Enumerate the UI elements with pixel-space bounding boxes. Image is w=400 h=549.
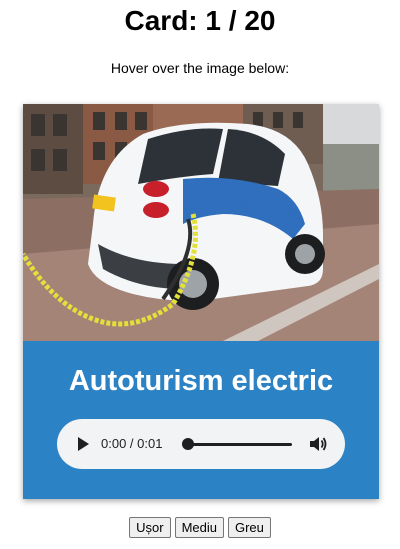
seek-track <box>184 443 292 446</box>
easy-button[interactable]: Ușor <box>129 517 171 538</box>
play-icon[interactable] <box>75 436 91 452</box>
audio-seek-slider[interactable] <box>182 437 292 451</box>
audio-time: 0:00 / 0:01 <box>101 436 163 451</box>
difficulty-buttons: Ușor Mediu Greu <box>0 517 400 538</box>
page: Card: 1 / 20 Hover over the image below: <box>0 0 400 549</box>
seek-thumb[interactable] <box>182 438 194 450</box>
medium-button[interactable]: Mediu <box>174 517 224 538</box>
hover-instruction: Hover over the image below: <box>110 60 290 76</box>
flashcard[interactable]: electric drive Autoturism electric 0:00 … <box>23 104 379 499</box>
hard-button[interactable]: Greu <box>227 517 271 538</box>
volume-icon[interactable] <box>308 434 328 454</box>
audio-player[interactable]: 0:00 / 0:01 <box>57 419 345 469</box>
card-caption: Autoturism electric <box>68 365 334 397</box>
card-image[interactable]: electric drive <box>23 104 379 341</box>
card-counter-title: Card: 1 / 20 <box>124 5 276 36</box>
electric-car-photo: electric drive <box>23 104 379 341</box>
